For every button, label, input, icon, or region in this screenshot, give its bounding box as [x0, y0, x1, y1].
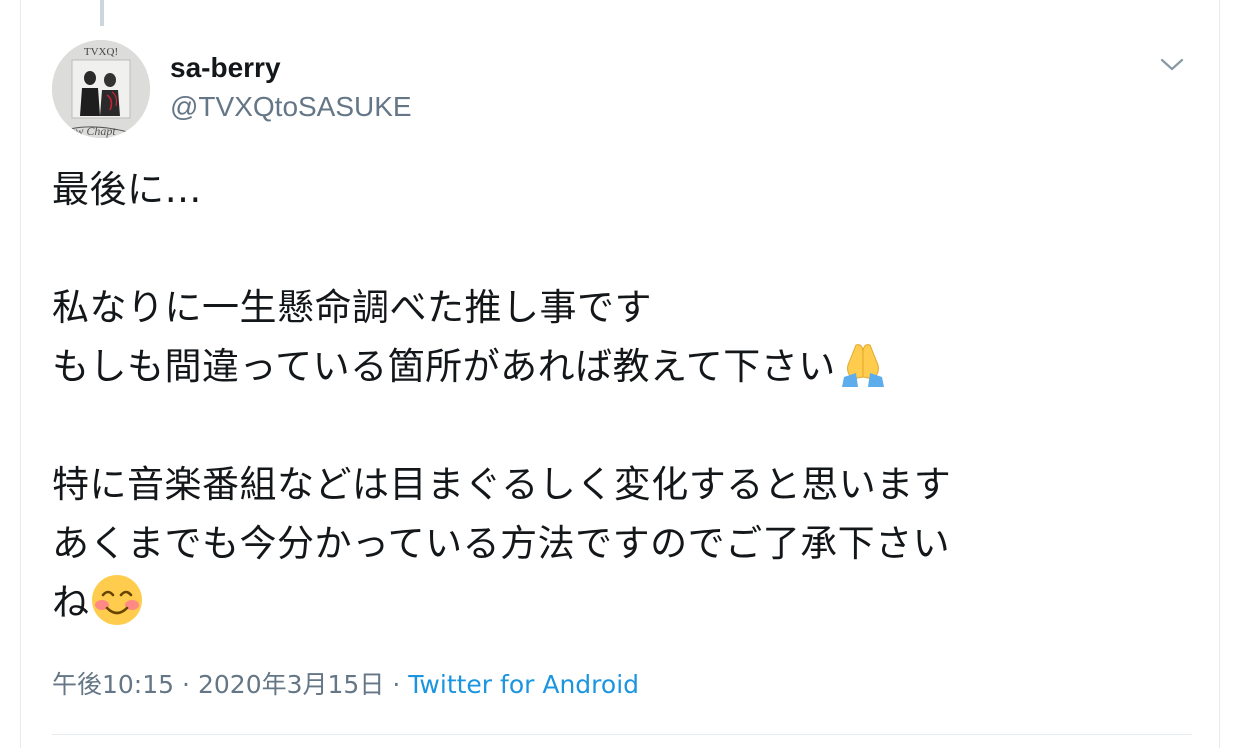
tweet-date[interactable]: 2020年3月15日 [198, 670, 384, 699]
avatar-image: TVXQ! ew Chapt [52, 40, 150, 138]
meta-separator: · [182, 670, 190, 699]
tweet-text-line: ね [52, 573, 1192, 632]
tweet-text-line: 特に音楽番組などは目まぐるしく変化すると思います [52, 463, 952, 506]
tweet-text-line: 私なりに一生懸命調べた推し事です [52, 286, 652, 329]
tweet-text-fragment: もしも間違っている箇所があれば教えて下さい [52, 345, 836, 388]
chevron-down-icon [1160, 58, 1184, 71]
user-handle[interactable]: @TVXQtoSASUKE [170, 91, 412, 123]
divider [52, 734, 1192, 735]
tweet-menu-button[interactable] [1156, 52, 1188, 76]
meta-separator: · [392, 670, 401, 699]
tweet-timestamp[interactable]: 午後10:15 [52, 670, 174, 699]
tweet-metadata: 午後10:15 · 2020年3月15日 · Twitter for Android [52, 668, 639, 702]
tweet-source-link[interactable]: Twitter for Android [408, 670, 639, 699]
tweet-text-line: あくまでも今分かっている方法ですのでご了承下さい [52, 522, 951, 565]
avatar[interactable]: TVXQ! ew Chapt [52, 40, 150, 138]
avatar-logo-text: TVXQ! [84, 46, 118, 58]
tweet-text-fragment: ね [52, 581, 90, 624]
folded-hands-emoji [836, 337, 890, 391]
tweet-text: 最後に… 私なりに一生懸命調べた推し事です もしも間違っている箇所があれば教えて… [52, 160, 1192, 632]
thread-connector-line [100, 0, 104, 26]
tweet-text-line: 最後に… [52, 168, 202, 211]
tweet-text-line: もしも間違っている箇所があれば教えて下さい [52, 337, 1192, 396]
display-name[interactable]: sa-berry [170, 52, 281, 84]
smiling-face-emoji [90, 573, 144, 627]
